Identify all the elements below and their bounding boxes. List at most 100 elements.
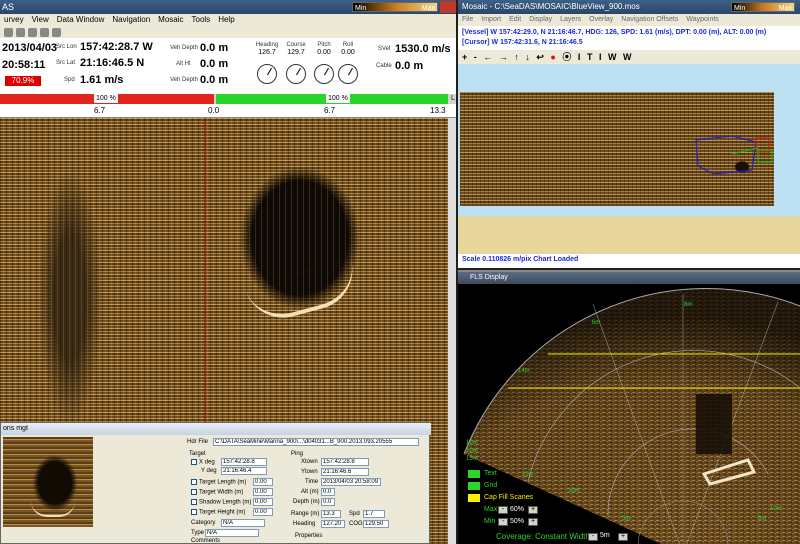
menu-edit[interactable]: Edit	[505, 16, 525, 23]
menu-import[interactable]: Import	[477, 16, 505, 23]
range-ring-label: 15m	[466, 456, 478, 462]
coverage-decrease-button[interactable]: -	[588, 533, 598, 541]
range-ring-label: 5m	[758, 516, 767, 522]
back-icon[interactable]	[28, 28, 37, 38]
tool-w-icon[interactable]: W	[608, 52, 619, 62]
menu-layers[interactable]: Layers	[556, 16, 585, 23]
shadow-field[interactable]: 0.00	[253, 498, 273, 506]
src-lat-value: 21:16:46.5 N	[80, 57, 145, 69]
max-decrease-button[interactable]: -	[498, 506, 508, 514]
vessel-line: [Vessel] W 157:42:29.0, N 21:16:46.7, HD…	[462, 29, 767, 36]
mosaic-titlebar[interactable]: Mosaic - C:\SeaDAS\MOSAIC\BlueView_900.m…	[458, 0, 800, 14]
pan-up-icon[interactable]: ↑	[514, 52, 521, 62]
record-icon[interactable]: ●	[550, 52, 557, 62]
menu-mosaic[interactable]: Mosaic	[154, 14, 187, 26]
speed-value: 1.61 m/s	[80, 74, 124, 86]
menu-overlay[interactable]: Overlay	[585, 16, 617, 23]
course-value: 129.7	[287, 49, 305, 56]
min-decrease-button[interactable]: -	[498, 518, 508, 526]
width-field[interactable]: 0.00	[253, 488, 273, 496]
hdr-file-field[interactable]: C:\DATA\SeaMine\Marina_900\...\d04031...…	[213, 438, 419, 446]
src-lat-label: Src Lat	[56, 60, 76, 66]
mosaic-menu-bar: File Import Edit Display Layers Overlay Naviga…	[458, 14, 800, 26]
save-icon[interactable]	[16, 28, 25, 38]
length-checkbox[interactable]	[191, 479, 197, 485]
depth-label: Depth (m)	[293, 499, 320, 505]
type-select[interactable]: N/A	[205, 529, 259, 537]
tool-w2-icon[interactable]: W	[623, 52, 634, 62]
legend-grid: Grid	[484, 482, 498, 489]
min-increase-button[interactable]: +	[528, 518, 538, 526]
heading-field: 127.20	[321, 520, 345, 528]
pan-left-icon[interactable]: ←	[483, 52, 494, 62]
shadow-checkbox[interactable]	[191, 499, 197, 505]
open-icon[interactable]	[4, 28, 13, 38]
length-field[interactable]: 0.00	[253, 478, 273, 486]
category-select[interactable]: N/A	[221, 519, 265, 527]
menu-file[interactable]: File	[458, 16, 477, 23]
hdr-file-label: Hdr File	[187, 439, 209, 445]
sidescan-titlebar[interactable]: AS Min Max	[0, 0, 456, 14]
cap-fill-color-swatch[interactable]	[468, 494, 480, 502]
fls-fan-display[interactable]	[458, 284, 800, 544]
max-increase-button[interactable]: +	[528, 506, 538, 514]
tool-t-icon[interactable]: T	[587, 52, 595, 62]
mosaic-color-range-bar[interactable]: Min Max	[731, 2, 795, 12]
text-color-swatch[interactable]	[468, 470, 480, 478]
grid-color-swatch[interactable]	[468, 482, 480, 490]
max-label: Max	[484, 506, 498, 513]
gain-bar[interactable]: 100 % 100 % L	[0, 94, 456, 104]
range-ring-label: 10m	[466, 448, 478, 454]
menu-waypoints[interactable]: Waypoints	[682, 16, 722, 23]
forward-icon[interactable]	[40, 28, 49, 38]
menu-data-window[interactable]: Data Window	[53, 14, 109, 26]
zoom-icon[interactable]	[52, 28, 61, 38]
pan-down-icon[interactable]: ↓	[525, 52, 532, 62]
menu-view[interactable]: View	[28, 14, 53, 26]
x-deg-checkbox[interactable]	[191, 459, 197, 465]
heading-label: Heading	[293, 521, 316, 527]
xtown-field: 157:42:28.8	[321, 458, 369, 466]
y-deg-field[interactable]: 21:16:46.4	[221, 467, 267, 475]
x-deg-field[interactable]: 157:42:28.8	[221, 458, 267, 466]
max-value: 60%	[510, 506, 525, 513]
port-gain-text: 100 %	[94, 94, 118, 103]
alt-value: 0.0 m	[200, 58, 229, 70]
target-group-label: Target	[189, 451, 206, 457]
vessel-footprint-overlay	[695, 136, 773, 175]
height-checkbox[interactable]	[191, 509, 197, 515]
menu-survey[interactable]: urvey	[0, 14, 28, 26]
svel-label: SVel	[378, 46, 391, 52]
contact-thumbnail-image	[3, 437, 93, 527]
mosaic-map-view[interactable]	[458, 64, 800, 254]
undo-icon[interactable]: ↩	[536, 52, 546, 62]
dialog-titlebar[interactable]: ons mgt	[1, 423, 431, 435]
src-lon-value: 157:42:28.7 W	[80, 41, 153, 53]
pan-right-icon[interactable]: →	[499, 52, 510, 62]
toolbar	[0, 26, 456, 38]
height-label: Target Height (m)	[199, 509, 246, 516]
coverage-value: 5m	[600, 532, 610, 539]
zoom-out-icon[interactable]: -	[474, 52, 479, 62]
close-button[interactable]	[440, 1, 456, 13]
menu-help[interactable]: Help	[214, 14, 238, 26]
menu-display[interactable]: Display	[525, 16, 556, 23]
contact-dialog: ons mgt Hdr File C:\DATA\SeaMine\Marina_…	[0, 422, 431, 544]
tool-i-icon[interactable]: I	[578, 52, 583, 62]
menu-tools[interactable]: Tools	[188, 14, 215, 26]
ytown-label: Ytown	[301, 469, 318, 475]
coverage-increase-button[interactable]: +	[618, 533, 628, 541]
time-field: 2013/04/03 20:58:09	[321, 478, 381, 486]
veh-depth2-value: 0.0 m	[200, 74, 229, 86]
menu-nav-offsets[interactable]: Navigation Offsets	[617, 16, 682, 23]
target-icon[interactable]: ⦿	[562, 52, 573, 62]
menu-navigation[interactable]: Navigation	[108, 14, 154, 26]
tool-i2-icon[interactable]: I	[599, 52, 604, 62]
fls-titlebar[interactable]: FLS Display	[458, 272, 800, 284]
waterfall-scrollbar[interactable]	[448, 118, 456, 544]
zoom-in-icon[interactable]: +	[462, 52, 469, 62]
height-field[interactable]: 0.00	[253, 508, 273, 516]
color-range-bar[interactable]: Min Max	[352, 2, 438, 12]
width-checkbox[interactable]	[191, 489, 197, 495]
course-label: Course	[286, 42, 306, 48]
